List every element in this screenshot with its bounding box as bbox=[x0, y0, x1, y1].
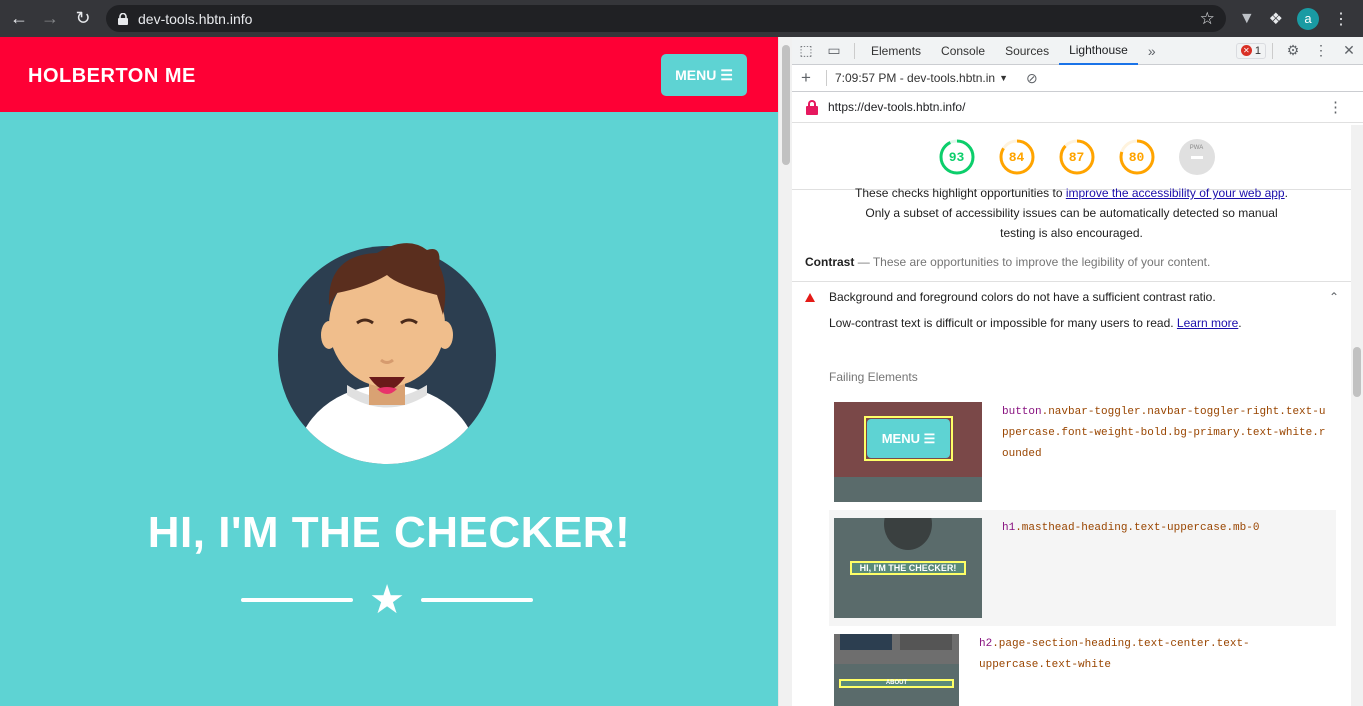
pwa-dash bbox=[1190, 156, 1203, 159]
star-icon: ★ bbox=[369, 578, 405, 622]
site-brand[interactable]: HOLBERTON ME bbox=[28, 65, 196, 88]
error-count: 1 bbox=[1254, 44, 1261, 57]
avatar-illustration bbox=[278, 243, 496, 464]
back-icon[interactable]: ← bbox=[7, 6, 31, 30]
fail-triangle-icon bbox=[805, 292, 815, 302]
bookmark-star-icon[interactable]: ☆ bbox=[1200, 9, 1215, 29]
divider-line-right bbox=[420, 598, 533, 602]
inspect-element-icon[interactable]: ⬚ bbox=[792, 42, 820, 59]
divider-line-left bbox=[241, 598, 353, 602]
site-navbar: HOLBERTON ME MENU ☰ bbox=[0, 37, 778, 112]
report-selector[interactable]: 7:09:57 PM - dev-tools.hbtn.in bbox=[835, 71, 995, 85]
dropdown-caret-icon[interactable]: ▼ bbox=[999, 73, 1008, 83]
chevron-up-icon[interactable]: ⌃ bbox=[1329, 290, 1339, 304]
contrast-audit[interactable]: Background and foreground colors do not … bbox=[792, 282, 1351, 312]
extension-v-icon[interactable]: ▼ bbox=[1239, 10, 1255, 28]
devtools-menu-icon[interactable]: ⋮ bbox=[1307, 42, 1335, 59]
element-screenshot: HI, I'M THE CHECKER! bbox=[834, 518, 982, 618]
report-menu-icon[interactable]: ⋮ bbox=[1328, 98, 1343, 116]
selector-tag: h1 bbox=[1002, 522, 1016, 534]
selector-tag: button bbox=[1002, 406, 1042, 418]
error-icon: ✕ bbox=[1240, 45, 1252, 56]
menu-label: MENU bbox=[675, 67, 717, 83]
device-toolbar-icon[interactable]: ▭ bbox=[820, 42, 848, 59]
tab-console[interactable]: Console bbox=[931, 37, 995, 65]
report-url-bar: https://dev-tools.hbtn.info/ ⋮ bbox=[792, 92, 1363, 123]
score-value: 84 bbox=[1008, 149, 1025, 165]
score-gauges: 93 84 87 80 PWA bbox=[792, 125, 1351, 190]
browser-menu-icon[interactable]: ⋮ bbox=[1333, 9, 1349, 29]
element-screenshot: ABOUT bbox=[834, 634, 959, 706]
tab-lighthouse[interactable]: Lighthouse bbox=[1059, 37, 1138, 65]
close-devtools-icon[interactable]: ✕ bbox=[1335, 42, 1363, 59]
devtools-panel: ⬚ ▭ Elements Console Sources Lighthouse … bbox=[792, 37, 1363, 706]
selector-classes: .masthead-heading.text-uppercase.mb-0 bbox=[1015, 522, 1260, 534]
thumb-heading-text: HI, I'M THE CHECKER! bbox=[859, 562, 957, 573]
improve-accessibility-link[interactable]: improve the accessibility of your web ap… bbox=[1066, 186, 1285, 200]
intro-text: These checks highlight opportunities to bbox=[855, 186, 1066, 200]
gauge-performance[interactable]: 93 bbox=[939, 139, 975, 175]
audit-title: Background and foreground colors do not … bbox=[829, 290, 1216, 304]
new-report-plus-icon[interactable]: + bbox=[792, 68, 820, 88]
hero-heading: HI, I'M THE CHECKER! bbox=[147, 508, 631, 557]
lighthouse-logo-icon bbox=[806, 100, 818, 115]
page-scrollbar[interactable] bbox=[778, 37, 792, 706]
failing-element-row[interactable]: ABOUT h2.page-section-heading.text-cente… bbox=[829, 634, 1336, 706]
score-value: 87 bbox=[1068, 149, 1085, 165]
selector-classes: .navbar-toggler.navbar-toggler-right.tex… bbox=[1002, 406, 1326, 460]
failing-element-row[interactable]: MENU ☰ button.navbar-toggler.navbar-togg… bbox=[829, 402, 1336, 510]
address-bar[interactable]: dev-tools.hbtn.info bbox=[106, 5, 1226, 32]
failing-elements-label: Failing Elements bbox=[829, 370, 918, 384]
audit-description: Low-contrast text is difficult or imposs… bbox=[829, 316, 1242, 330]
element-screenshot: MENU ☰ bbox=[834, 402, 982, 502]
forward-icon[interactable]: → bbox=[38, 6, 62, 30]
selector-tag: h2 bbox=[979, 638, 993, 650]
gauge-best-practices[interactable]: 87 bbox=[1059, 139, 1095, 175]
reload-icon[interactable]: ↻ bbox=[71, 6, 95, 30]
score-value: 93 bbox=[948, 149, 965, 165]
selector-classes: .page-section-heading.text-center.text-u… bbox=[979, 638, 1250, 671]
gauge-pwa[interactable]: PWA bbox=[1178, 139, 1215, 175]
profile-avatar[interactable]: a bbox=[1297, 7, 1319, 30]
learn-more-link[interactable]: Learn more bbox=[1177, 316, 1238, 330]
extensions-puzzle-icon[interactable]: ❖ bbox=[1269, 9, 1283, 29]
error-count-badge[interactable]: ✕ 1 bbox=[1235, 42, 1266, 59]
hamburger-icon: ☰ bbox=[720, 66, 733, 83]
page-viewport: HOLBERTON ME MENU ☰ HI, I'M THE CHECKER!… bbox=[0, 37, 778, 706]
settings-gear-icon[interactable]: ⚙ bbox=[1279, 42, 1307, 59]
contrast-description: These are opportunities to improve the l… bbox=[872, 255, 1211, 269]
contrast-group-header: Contrast — These are opportunities to im… bbox=[792, 243, 1351, 282]
accessibility-intro: These checks highlight opportunities to … bbox=[792, 183, 1351, 243]
url-text: dev-tools.hbtn.info bbox=[138, 10, 253, 27]
failing-element-row[interactable]: HI, I'M THE CHECKER! h1.masthead-heading… bbox=[829, 510, 1336, 626]
lighthouse-toolbar: + 7:09:57 PM - dev-tools.hbtn.in ▼ ⊘ bbox=[792, 65, 1363, 92]
lock-icon bbox=[118, 12, 128, 25]
report-scrollbar[interactable] bbox=[1351, 125, 1363, 706]
clear-reports-icon[interactable]: ⊘ bbox=[1026, 70, 1038, 87]
menu-button[interactable]: MENU ☰ bbox=[661, 54, 747, 96]
star-divider: ★ bbox=[241, 578, 533, 622]
more-tabs-icon[interactable]: » bbox=[1138, 43, 1166, 59]
thumb-menu-text: MENU bbox=[881, 431, 920, 446]
audit-description-text: Low-contrast text is difficult or imposs… bbox=[829, 316, 1177, 330]
report-url[interactable]: https://dev-tools.hbtn.info/ bbox=[828, 100, 965, 114]
tab-sources[interactable]: Sources bbox=[995, 37, 1059, 65]
browser-toolbar: ← → ↻ dev-tools.hbtn.info ☆ ▼ ❖ a ⋮ bbox=[0, 0, 1363, 37]
lighthouse-report: 93 84 87 80 PWA These checks highlight o… bbox=[792, 125, 1351, 706]
tab-elements[interactable]: Elements bbox=[861, 37, 931, 65]
contrast-title: Contrast bbox=[805, 255, 855, 269]
score-value: 80 bbox=[1128, 149, 1145, 165]
pwa-label: PWA bbox=[1189, 145, 1204, 151]
thumb-about-text: ABOUT bbox=[885, 680, 908, 686]
gauge-accessibility[interactable]: 84 bbox=[999, 139, 1035, 175]
gauge-seo[interactable]: 80 bbox=[1119, 139, 1155, 175]
devtools-tabbar: ⬚ ▭ Elements Console Sources Lighthouse … bbox=[792, 37, 1363, 65]
